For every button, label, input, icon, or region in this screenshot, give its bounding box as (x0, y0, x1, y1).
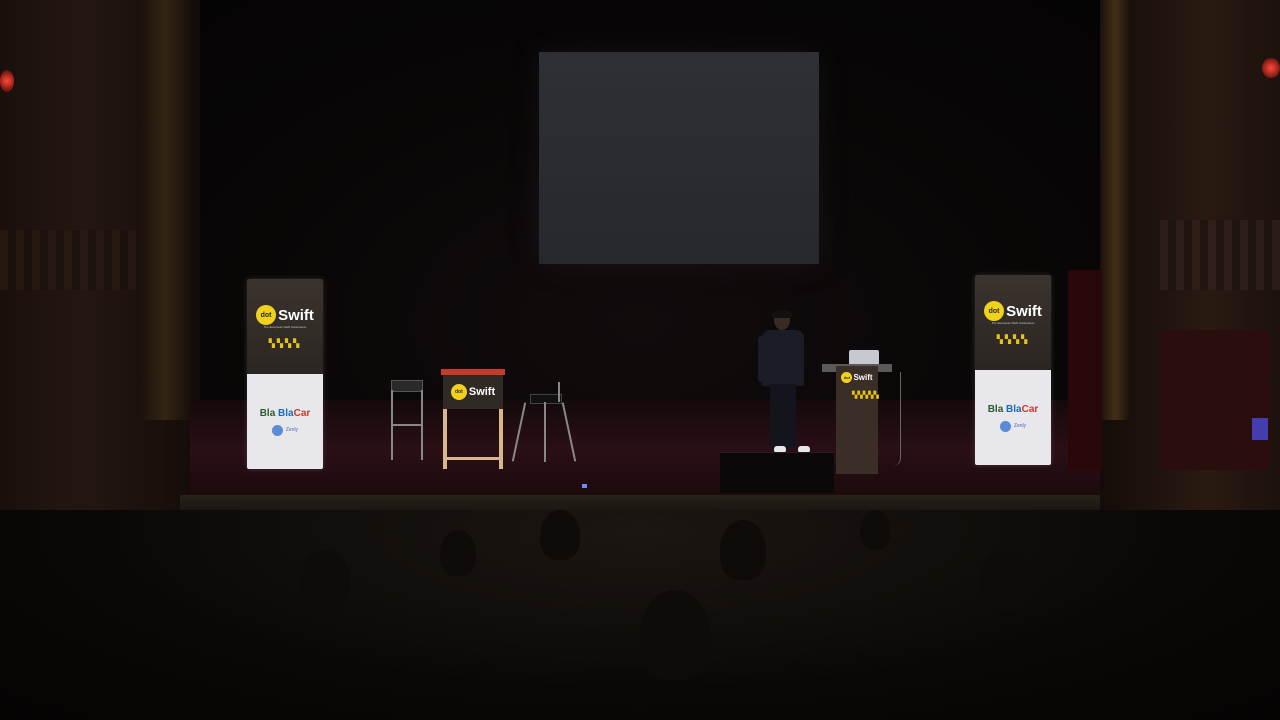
exit-light (1252, 418, 1268, 440)
laptop-cable (892, 372, 901, 466)
bar-stool-left (385, 380, 431, 462)
logo-dot-icon: dot (450, 384, 467, 400)
stool-rung (391, 424, 423, 426)
speaker-person (758, 310, 810, 456)
stage-floor (190, 400, 1100, 500)
blablacar-logo: Bla BlaCar (988, 404, 1039, 415)
left-rollup-banner: dot Swift The European Swift Conference … (247, 279, 323, 469)
side-table: dot Swift (441, 369, 505, 469)
banner-tagline: The European Swift Conference (263, 325, 307, 329)
table-leg (443, 409, 447, 469)
dotswift-logo: dot Swift (256, 305, 314, 325)
stage-monitor-speaker (720, 452, 834, 493)
sponsor-text: Bla (1006, 403, 1022, 415)
theatre-stage-scene: dot Swift The European Swift Conference … (0, 0, 1280, 720)
audience-head (640, 590, 710, 680)
audience-head (720, 520, 766, 580)
logo-dot-icon: dot (984, 301, 1005, 321)
camera-indicator-light (582, 484, 587, 488)
left-balcony (0, 230, 140, 290)
stool-leg (511, 402, 527, 462)
banner-pattern: ▚▚▚▚ (996, 335, 1030, 344)
banner-tagline: The European Swift Conference (991, 321, 1035, 325)
podium-pattern: ▚▚▚▚▚ (852, 392, 879, 399)
right-theatre-wall (1100, 0, 1280, 520)
zenly-logo: Zenly (999, 420, 1027, 432)
left-theatre-wall (0, 0, 200, 520)
banner-brand-panel: dot Swift The European Swift Conference … (247, 279, 323, 374)
sponsor-text: Car (1021, 403, 1039, 415)
banner-sponsor-panel: Bla BlaCar Zenly (975, 370, 1051, 465)
sponsor-text: Bla (278, 407, 294, 419)
zenly-logo: Zenly (271, 424, 299, 436)
right-proscenium-column (1100, 0, 1130, 420)
right-theatre-box (1160, 330, 1270, 470)
logo-dot-icon: dot (256, 305, 277, 325)
sponsor-text: Bla (987, 403, 1004, 415)
left-wall-lamp (0, 70, 14, 92)
banner-brand-panel: dot Swift The European Swift Conference … (975, 275, 1051, 370)
right-rollup-banner: dot Swift The European Swift Conference … (975, 275, 1051, 465)
zenly-text: Zenly (1013, 423, 1027, 429)
projection-screen (539, 52, 819, 264)
speaker-arm (758, 336, 764, 382)
left-proscenium-column (140, 0, 190, 420)
logo-wordmark: Swift (468, 386, 496, 398)
audience-head (440, 530, 476, 576)
zenly-icon (271, 424, 283, 436)
stool-backrest (558, 382, 560, 402)
table-rail (443, 457, 503, 460)
audience-head (980, 550, 1030, 610)
stool-leg (544, 402, 546, 462)
right-curtain (1068, 270, 1102, 470)
speaker-hair (772, 310, 792, 318)
logo-wordmark: Swift (278, 306, 314, 324)
table-front-panel: dot Swift (443, 375, 503, 409)
speaker-torso (762, 330, 804, 386)
zenly-icon (999, 420, 1011, 432)
sponsor-text: Bla (259, 407, 276, 419)
right-wall-lamp (1262, 58, 1280, 78)
right-balcony (1160, 220, 1280, 290)
stool-seat (391, 380, 423, 392)
logo-wordmark: Swift (853, 373, 873, 382)
table-leg (499, 409, 503, 469)
dotswift-logo: dot Swift (836, 372, 878, 383)
audience-head (860, 510, 890, 550)
audience-area (0, 510, 1280, 720)
logo-wordmark: Swift (1006, 302, 1042, 320)
lectern-podium: dot Swift ▚▚▚▚▚ (836, 366, 879, 474)
zenly-text: Zenly (285, 427, 299, 433)
blablacar-logo: Bla BlaCar (260, 408, 311, 419)
banner-pattern: ▚▚▚▚ (268, 339, 302, 348)
audience-head (300, 550, 350, 610)
dotswift-logo: dot Swift (984, 301, 1042, 321)
bar-stool-right (510, 382, 577, 464)
speaker-legs (770, 384, 796, 448)
sponsor-text: Car (293, 407, 311, 419)
banner-sponsor-panel: Bla BlaCar Zenly (247, 374, 323, 469)
logo-dot-icon: dot (841, 372, 853, 383)
audience-head (540, 510, 580, 560)
